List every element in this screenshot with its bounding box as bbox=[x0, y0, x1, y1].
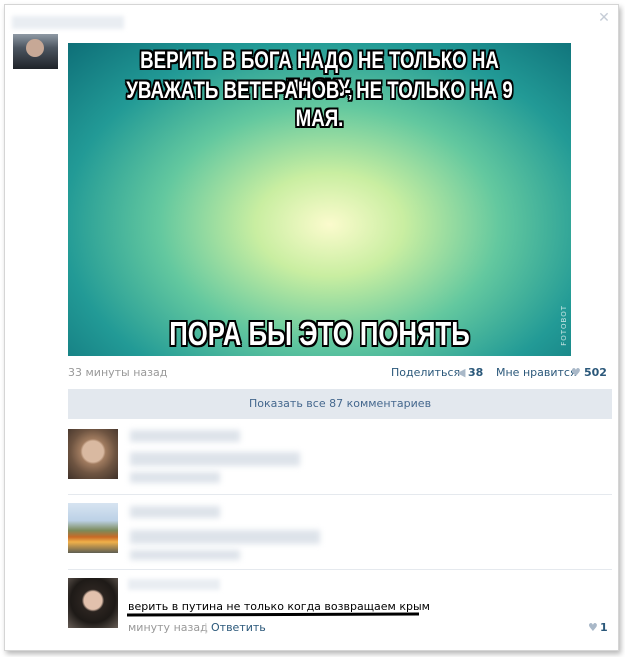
meta-separator: | bbox=[204, 621, 208, 634]
author-name-blurred bbox=[12, 16, 124, 29]
comment-timestamp[interactable]: минуту назад bbox=[128, 621, 208, 634]
image-watermark: FOTOBOT bbox=[560, 305, 568, 346]
share-count: 38 bbox=[468, 366, 484, 379]
comment-meta-blurred bbox=[130, 550, 240, 560]
comment-text: верить в путина не только когда возвраща… bbox=[128, 600, 430, 613]
heart-icon[interactable]: ♥ bbox=[571, 366, 581, 379]
comment-text-blurred bbox=[130, 530, 320, 544]
post-timestamp[interactable]: 33 минуты назад bbox=[68, 366, 167, 380]
close-icon[interactable]: ✕ bbox=[597, 11, 611, 25]
commenter-name-blurred bbox=[130, 430, 240, 442]
author-avatar[interactable] bbox=[13, 34, 58, 69]
share-button[interactable]: Поделиться bbox=[391, 366, 460, 380]
commenter-name-blurred bbox=[128, 579, 220, 590]
comment-like-count: 1 bbox=[600, 621, 608, 634]
megaphone-icon[interactable]: ◀ bbox=[457, 366, 465, 379]
comment-meta-blurred bbox=[130, 472, 220, 483]
like-count: 502 bbox=[584, 366, 607, 379]
show-all-comments-button[interactable]: Показать все 87 комментариев bbox=[68, 389, 612, 419]
meme-caption-bottom: ПОРА БЫ ЭТО ПОНЯТЬ bbox=[169, 315, 470, 352]
meme-caption-top-2: УВАЖАТЬ ВЕТЕРАНОВ - НЕ ТОЛЬКО НА 9 МАЯ. bbox=[126, 77, 513, 132]
like-button[interactable]: Мне нравится bbox=[496, 366, 577, 380]
comment-divider bbox=[68, 494, 612, 495]
comment-divider bbox=[68, 569, 612, 570]
heart-icon[interactable]: ♥ bbox=[588, 621, 598, 634]
comment-text-blurred bbox=[130, 452, 300, 466]
meme-image[interactable]: ВЕРИТЬ В БОГА НАДО НЕ ТОЛЬКО НА ПАСХУ, У… bbox=[68, 43, 571, 356]
commenter-avatar[interactable] bbox=[68, 578, 118, 628]
commenter-avatar[interactable] bbox=[68, 429, 118, 479]
commenter-name-blurred bbox=[130, 506, 220, 518]
commenter-avatar[interactable] bbox=[68, 503, 118, 553]
reply-button[interactable]: Ответить bbox=[211, 621, 266, 634]
